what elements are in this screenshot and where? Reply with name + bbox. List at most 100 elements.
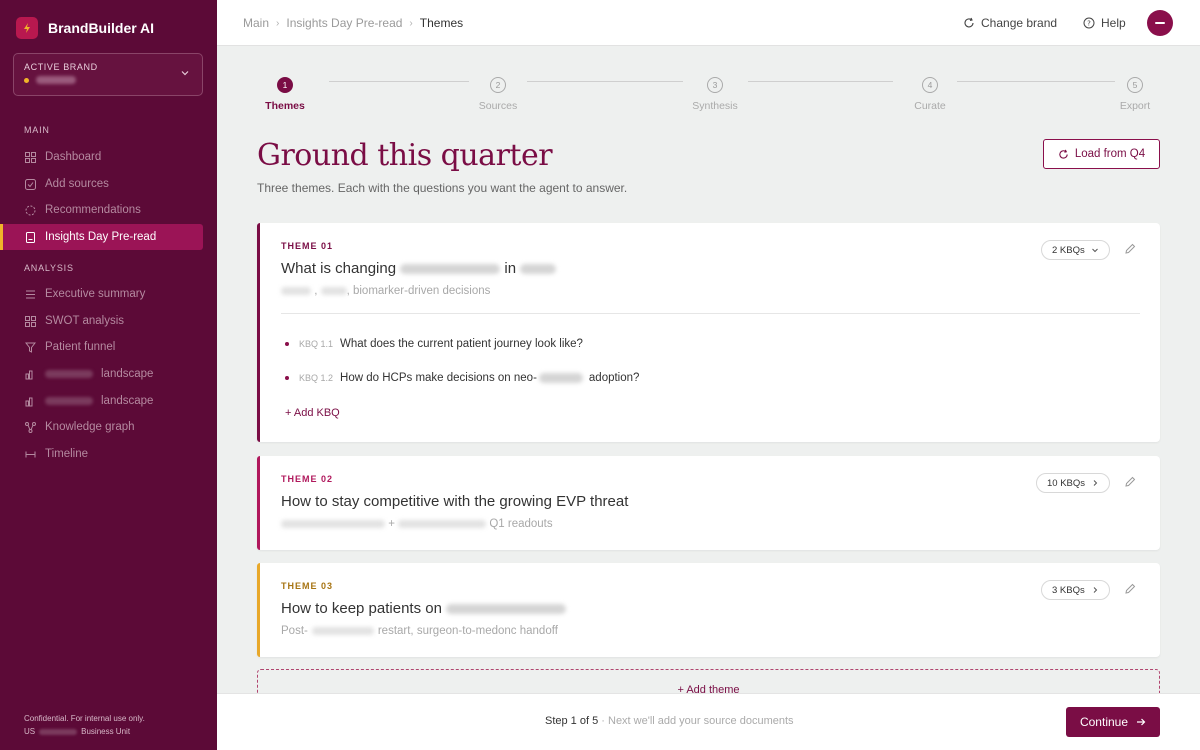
section-analysis: ANALYSIS [24,263,74,273]
redacted-text [45,397,93,405]
active-brand-label: ACTIVE BRAND [24,62,98,72]
sidebar-item-swot-analysis[interactable]: SWOT analysis [0,308,203,334]
chevron-right-icon: › [409,17,413,29]
change-brand-button[interactable]: Change brand [963,16,1057,30]
edit-icon[interactable] [1124,243,1136,255]
app-name: BrandBuilder AI [48,19,155,36]
redacted-text [446,604,567,615]
sidebar-item-insights-day-pre-read[interactable]: Insights Day Pre-read [0,224,203,250]
step-label: Export [1119,100,1151,112]
continue-button[interactable]: Continue [1066,707,1160,737]
sidebar-item-knowledge-graph[interactable]: Knowledge graph [0,414,203,440]
theme-accent-bar [257,563,260,657]
page-subtitle: Three themes. Each with the questions yo… [257,181,628,195]
bullet-icon [285,342,289,346]
theme-number: THEME 03 [281,581,334,591]
theme-subtitle: Post-restart, surgeon-to-medonc handoff [281,625,558,637]
app-logo-icon [16,16,38,39]
redacted-brand-name [36,76,76,84]
redacted-text [520,264,557,275]
theme-card-03: THEME 03 How to keep patients on Post-re… [257,563,1160,657]
chevron-right-icon [1093,587,1097,593]
step-themes[interactable]: 1 Themes [245,77,325,112]
redacted-text [45,370,93,378]
help-button[interactable]: ? Help [1083,16,1126,30]
step-label: Curate [914,100,946,112]
theme-subtitle-text: restart, surgeon-to-medonc handoff [377,625,558,637]
breadcrumb: Main › Insights Day Pre-read › Themes [243,16,463,30]
brand-header[interactable]: BrandBuilder AI [0,0,217,55]
kbq-text-suffix: adoption? [588,372,640,384]
step-number: 4 [922,77,938,93]
step-number: 3 [707,77,723,93]
kbq-count-pill[interactable]: 3 KBQs [1041,580,1110,600]
sidebar-item-timeline[interactable]: Timeline [0,441,203,467]
add-kbq-button[interactable]: + Add KBQ [285,407,340,419]
kbq-count-pill[interactable]: 10 KBQs [1036,473,1111,493]
sidebar-item-landscape-2[interactable]: landscape [0,388,203,414]
bullet-icon [285,376,289,380]
theme-subtitle-text: Q1 readouts [489,518,553,530]
stepper-connector [957,81,1115,82]
divider [281,313,1140,314]
sidebar-item-add-sources[interactable]: Add sources [0,171,203,197]
theme-number: THEME 02 [281,474,334,484]
sidebar-item-landscape-1[interactable]: landscape [0,361,203,387]
load-from-q4-button[interactable]: Load from Q4 [1043,139,1160,169]
grid-icon [24,315,36,327]
step-number: 1 [277,77,293,93]
refresh-icon [1059,149,1068,159]
sidebar-item-label: Recommendations [45,204,141,216]
kbq-code: KBQ 1.1 [299,339,334,349]
sidebar-item-label: Dashboard [45,151,102,163]
step-sources[interactable]: 2 Sources [458,77,538,112]
breadcrumb-main[interactable]: Main [243,16,269,30]
sidebar-item-executive-summary[interactable]: Executive summary [0,281,203,307]
active-brand-selector[interactable]: ACTIVE BRAND [13,53,203,96]
theme-title: How to stay competitive with the growing… [281,493,629,510]
step-curate[interactable]: 4 Curate [890,77,970,112]
sidebar-item-label: Timeline [45,448,89,460]
kbq-count: 10 KBQs [1047,477,1086,489]
step-label: Synthesis [692,100,738,112]
svg-text:?: ? [1087,20,1091,28]
redacted-text [400,264,501,275]
sidebar-item-recommendations[interactable]: Recommendations [0,197,203,223]
theme-title: What is changing in [281,260,557,277]
breadcrumb-insights-day[interactable]: Insights Day Pre-read [286,16,402,30]
user-avatar[interactable] [1147,10,1173,36]
timeline-icon [24,448,36,460]
continue-label: Continue [1079,715,1129,729]
redacted-text [281,286,311,295]
sidebar-item-patient-funnel[interactable]: Patient funnel [0,334,203,360]
chevron-right-icon: › [276,17,280,29]
redacted-text [311,626,374,635]
sidebar-item-label: Executive summary [45,288,146,300]
kbq-code: KBQ 1.2 [299,373,334,383]
redacted-text [320,286,347,295]
kbq-count-pill[interactable]: 2 KBQs [1041,240,1110,260]
chevron-right-icon [1093,480,1098,486]
section-main: MAIN [24,125,50,135]
step-number: 2 [490,77,506,93]
theme-title: How to keep patients on [281,600,567,617]
stepper-connector [748,81,893,82]
step-export[interactable]: 5 Export [1095,77,1175,112]
grid-icon [24,151,36,163]
kbq-item[interactable]: KBQ 1.2 How do HCPs make decisions on ne… [285,372,639,384]
kbq-text: What does the current patient journey lo… [340,338,583,350]
edit-icon[interactable] [1124,583,1136,595]
kbq-item[interactable]: KBQ 1.1 What does the current patient jo… [285,338,583,350]
change-brand-label: Change brand [981,16,1058,30]
theme-subtitle-mid: + [388,518,395,530]
edit-icon[interactable] [1124,476,1136,488]
theme-accent-bar [257,456,260,550]
redacted-text [538,373,583,383]
footer-region: US [24,727,36,736]
step-number: 5 [1127,77,1143,93]
theme-number: THEME 01 [281,241,334,251]
step-synthesis[interactable]: 3 Synthesis [675,77,755,112]
step-progress: Step 1 of 5 · Next we'll add your source… [545,715,794,727]
bar-chart-icon [24,368,36,380]
sidebar-item-dashboard[interactable]: Dashboard [0,144,203,170]
